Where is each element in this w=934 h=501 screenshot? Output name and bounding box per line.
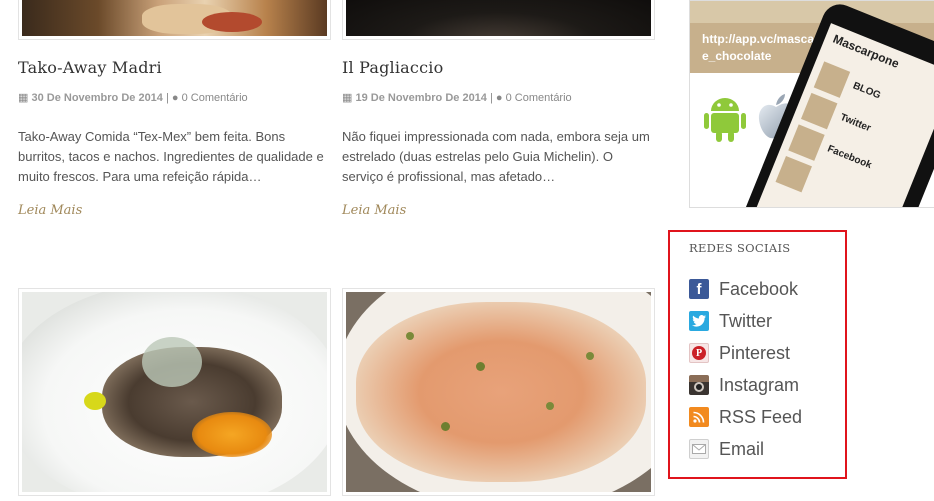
twitter-icon <box>689 311 709 331</box>
post-meta: ▦ 19 De Novembro De 2014 | ● 0 Comentári… <box>342 91 572 104</box>
read-more-link[interactable]: Leia Mais <box>342 203 406 218</box>
email-icon <box>689 439 709 459</box>
post-meta: ▦ 30 De Novembro De 2014 | ● 0 Comentári… <box>18 91 248 104</box>
phone-app-title: Mascarpone <box>830 31 902 71</box>
social-networks-widget: REDES SOCIAIS f Facebook Twitter P Pinte… <box>668 230 847 479</box>
social-link-facebook[interactable]: f Facebook <box>689 278 798 300</box>
social-link-instagram[interactable]: Instagram <box>689 374 799 396</box>
social-label: RSS Feed <box>719 406 803 427</box>
post-image-risotto[interactable] <box>342 288 655 496</box>
social-link-pinterest[interactable]: P Pinterest <box>689 342 790 364</box>
post-image-il-pagliaccio[interactable] <box>342 0 655 40</box>
comment-icon: ● <box>171 92 179 104</box>
post-title[interactable]: Tako-Away Madri <box>18 58 162 77</box>
widget-title: REDES SOCIAIS <box>689 241 791 255</box>
social-label: Facebook <box>719 278 799 299</box>
pinterest-icon: P <box>689 343 709 363</box>
social-link-twitter[interactable]: Twitter <box>689 310 772 332</box>
post-comments[interactable]: 0 Comentário <box>182 92 248 104</box>
post-image-tako-away[interactable] <box>18 0 331 40</box>
social-link-email[interactable]: Email <box>689 438 764 460</box>
post-image-egg-truffle[interactable] <box>18 288 331 496</box>
android-icon <box>704 93 746 143</box>
meta-separator: | <box>489 92 493 104</box>
meta-separator: | <box>165 92 169 104</box>
rss-icon <box>689 407 709 427</box>
social-label: Instagram <box>719 374 800 395</box>
phone-item-twitter: Twitter <box>838 111 873 135</box>
phone-item-facebook: Facebook <box>825 143 874 172</box>
app-promo-banner[interactable]: http://app.vc/mascarpone_ e_chocolate Ma… <box>689 0 934 208</box>
social-label: Email <box>719 438 765 459</box>
post-excerpt: Não fiquei impressionada com nada, embor… <box>342 129 650 184</box>
post-excerpt: Tako-Away Comida “Tex-Mex” bem feita. Bo… <box>18 129 324 184</box>
post-date: 19 De Novembro De 2014 <box>355 92 487 104</box>
social-label: Pinterest <box>719 342 791 363</box>
social-label: Twitter <box>719 310 773 331</box>
post-date: 30 De Novembro De 2014 <box>31 92 163 104</box>
calendar-icon: ▦ <box>18 92 29 104</box>
promo-top-band <box>690 1 934 23</box>
post-comments[interactable]: 0 Comentário <box>506 92 572 104</box>
calendar-icon: ▦ <box>342 92 353 104</box>
phone-item-blog: BLOG <box>851 80 883 102</box>
instagram-icon <box>689 375 709 395</box>
social-link-rss[interactable]: RSS Feed <box>689 406 802 428</box>
comment-icon: ● <box>495 92 503 104</box>
read-more-link[interactable]: Leia Mais <box>18 203 82 218</box>
post-title[interactable]: Il Pagliaccio <box>342 58 443 77</box>
facebook-icon: f <box>689 279 709 299</box>
